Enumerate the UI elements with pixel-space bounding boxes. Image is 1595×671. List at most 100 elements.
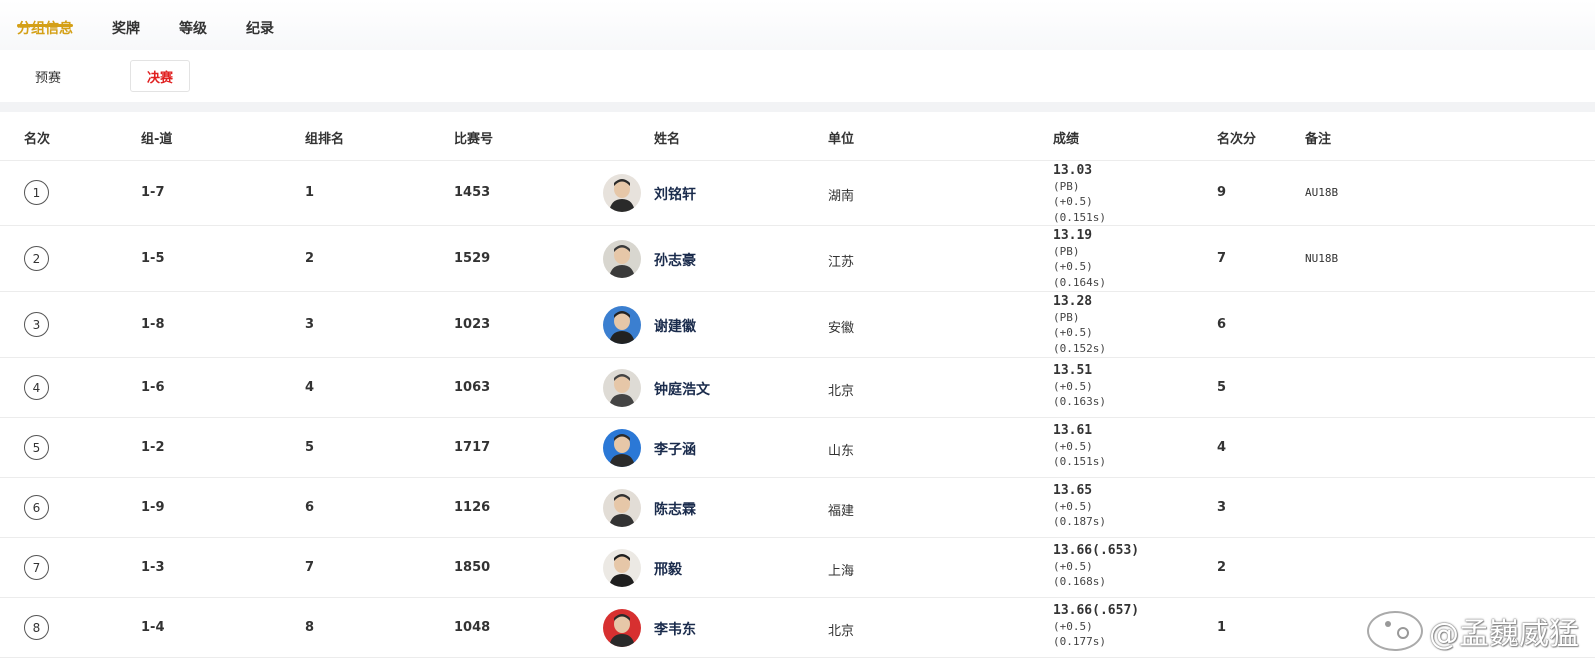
- athlete-name-link[interactable]: 钟庭浩文: [654, 379, 710, 399]
- athlete-avatar[interactable]: [603, 306, 641, 344]
- top-tab-bar: 分组信息 奖牌 等级 纪录: [0, 0, 1595, 50]
- wind-value: (+0.5): [1053, 379, 1093, 393]
- watermark-text: @孟巍威猛: [1429, 617, 1579, 652]
- result-time: 13.19: [1053, 228, 1093, 243]
- points-cell: 9: [1217, 185, 1227, 200]
- weibo-watermark: @孟巍威猛: [1367, 609, 1579, 653]
- athlete-avatar[interactable]: [603, 549, 641, 587]
- points-cell: 3: [1217, 500, 1227, 515]
- group-rank-cell: 5: [305, 440, 315, 455]
- reaction-time: (0.168s): [1053, 575, 1106, 588]
- section-divider: [0, 102, 1595, 112]
- wind-value: (+0.5): [1053, 260, 1093, 273]
- result-cell: 13.19 (PB) (+0.5) (0.164s): [1053, 228, 1106, 290]
- note-cell: AU18B: [1305, 186, 1339, 199]
- points-cell: 7: [1217, 251, 1227, 266]
- lane-cell: 1-3: [141, 560, 165, 575]
- group-rank-cell: 8: [305, 620, 315, 635]
- subtab-final[interactable]: 决赛: [130, 60, 190, 92]
- group-rank-cell: 4: [305, 380, 315, 395]
- table-row[interactable]: 5 1-2 5 1717 李子涵 山东 13.61 (+0.5) (0.151s) 4: [0, 418, 1595, 478]
- unit-cell: 北京: [828, 384, 855, 399]
- lane-cell: 1-2: [141, 440, 165, 455]
- wind-value: (+0.5): [1053, 559, 1093, 573]
- group-rank-cell: 1: [305, 185, 315, 200]
- subtab-heats[interactable]: 预赛: [18, 60, 78, 92]
- table-header: 名次 组-道 组排名 比赛号 姓名 单位 成绩 名次分 备注: [0, 112, 1595, 161]
- reaction-time: (0.187s): [1053, 515, 1106, 528]
- wind-value: (+0.5): [1053, 439, 1093, 453]
- result-cell: 13.03 (PB) (+0.5) (0.151s): [1053, 163, 1106, 225]
- reaction-time: (0.151s): [1053, 210, 1106, 224]
- result-time: 13.51: [1053, 363, 1093, 378]
- unit-cell: 上海: [828, 564, 855, 579]
- result-time: 13.03: [1053, 163, 1093, 178]
- table-row[interactable]: 1 1-7 1 1453 刘铭轩 湖南 13.03 (PB) (+0.5) (0.151s) 9 AU…: [0, 161, 1595, 226]
- group-rank-cell: 2: [305, 251, 315, 266]
- athlete-name-link[interactable]: 李子涵: [654, 439, 696, 459]
- rank-badge: 5: [24, 435, 49, 460]
- athlete-photo-icon: [609, 494, 635, 527]
- result-cell: 13.61 (+0.5) (0.151s): [1053, 423, 1106, 470]
- group-rank-cell: 3: [305, 317, 315, 332]
- reaction-time: (0.177s): [1053, 635, 1106, 648]
- reaction-time: (0.152s): [1053, 341, 1106, 355]
- reaction-time: (0.151s): [1053, 455, 1106, 468]
- athlete-photo-icon: [609, 311, 635, 344]
- athlete-name-link[interactable]: 谢建徽: [654, 316, 696, 336]
- col-unit-header: 单位: [828, 132, 855, 147]
- table-row[interactable]: 3 1-8 3 1023 谢建徽 安徽 13.28 (PB) (+0.5) (0.152s) 6: [0, 292, 1595, 358]
- athlete-name-link[interactable]: 陈志霖: [654, 499, 696, 519]
- athlete-name-link[interactable]: 孙志豪: [654, 250, 696, 270]
- table-row[interactable]: 8 1-4 8 1048 李韦东 北京 13.66(.657) (+0.5) (0.177s) 1: [0, 598, 1595, 658]
- unit-cell: 山东: [828, 444, 855, 459]
- lane-cell: 1-8: [141, 317, 165, 332]
- athlete-avatar[interactable]: [603, 174, 641, 212]
- col-lane-header: 组-道: [141, 132, 173, 147]
- unit-cell: 福建: [828, 504, 855, 519]
- athlete-photo-icon: [609, 245, 635, 278]
- result-cell: 13.51 (+0.5) (0.163s): [1053, 363, 1106, 410]
- athlete-photo-icon: [609, 434, 635, 467]
- pb-flag: (PB): [1053, 179, 1080, 193]
- athlete-name-link[interactable]: 刘铭轩: [654, 184, 696, 204]
- bib-cell: 1529: [454, 251, 491, 266]
- result-time: 13.65: [1053, 483, 1093, 498]
- lane-cell: 1-4: [141, 620, 165, 635]
- lane-cell: 1-9: [141, 500, 165, 515]
- athlete-photo-icon: [609, 554, 635, 587]
- col-name-header: 姓名: [654, 132, 681, 147]
- bib-cell: 1048: [454, 620, 491, 635]
- col-rank-header: 名次: [24, 132, 51, 147]
- bib-cell: 1023: [454, 317, 491, 332]
- wind-value: (+0.5): [1053, 195, 1093, 208]
- tab-levels[interactable]: 等级: [179, 0, 207, 37]
- col-bib-header: 比赛号: [454, 132, 494, 147]
- athlete-avatar[interactable]: [603, 609, 641, 647]
- athlete-name-link[interactable]: 李韦东: [654, 619, 696, 639]
- tab-medals[interactable]: 奖牌: [112, 0, 140, 37]
- athlete-photo-icon: [609, 179, 635, 212]
- athlete-avatar[interactable]: [603, 369, 641, 407]
- table-row[interactable]: 6 1-9 6 1126 陈志霖 福建 13.65 (+0.5) (0.187s) 3: [0, 478, 1595, 538]
- table-row[interactable]: 2 1-5 2 1529 孙志豪 江苏 13.19 (PB) (+0.5) (0.164s) 7 NU…: [0, 226, 1595, 292]
- col-group-rank-header: 组排名: [305, 132, 345, 147]
- unit-cell: 江苏: [828, 255, 855, 270]
- athlete-avatar[interactable]: [603, 489, 641, 527]
- col-points-header: 名次分: [1217, 132, 1257, 147]
- points-cell: 6: [1217, 317, 1227, 332]
- points-cell: 4: [1217, 440, 1227, 455]
- pb-flag: (PB): [1053, 244, 1080, 258]
- result-cell: 13.66(.653) (+0.5) (0.168s): [1053, 543, 1139, 590]
- result-cell: 13.65 (+0.5) (0.187s): [1053, 483, 1106, 530]
- result-cell: 13.28 (PB) (+0.5) (0.152s): [1053, 294, 1106, 356]
- athlete-avatar[interactable]: [603, 429, 641, 467]
- table-row[interactable]: 4 1-6 4 1063 钟庭浩文 北京 13.51 (+0.5) (0.163s) 5: [0, 358, 1595, 418]
- athlete-avatar[interactable]: [603, 240, 641, 278]
- table-row[interactable]: 7 1-3 7 1850 邢毅 上海 13.66(.653) (+0.5) (0.168s) 2: [0, 538, 1595, 598]
- tab-records[interactable]: 纪录: [246, 0, 274, 37]
- round-switcher: 预赛 决赛: [0, 50, 1595, 102]
- athlete-name-link[interactable]: 邢毅: [654, 559, 682, 579]
- weibo-icon: [1367, 611, 1423, 651]
- tab-group-info[interactable]: 分组信息: [17, 0, 73, 37]
